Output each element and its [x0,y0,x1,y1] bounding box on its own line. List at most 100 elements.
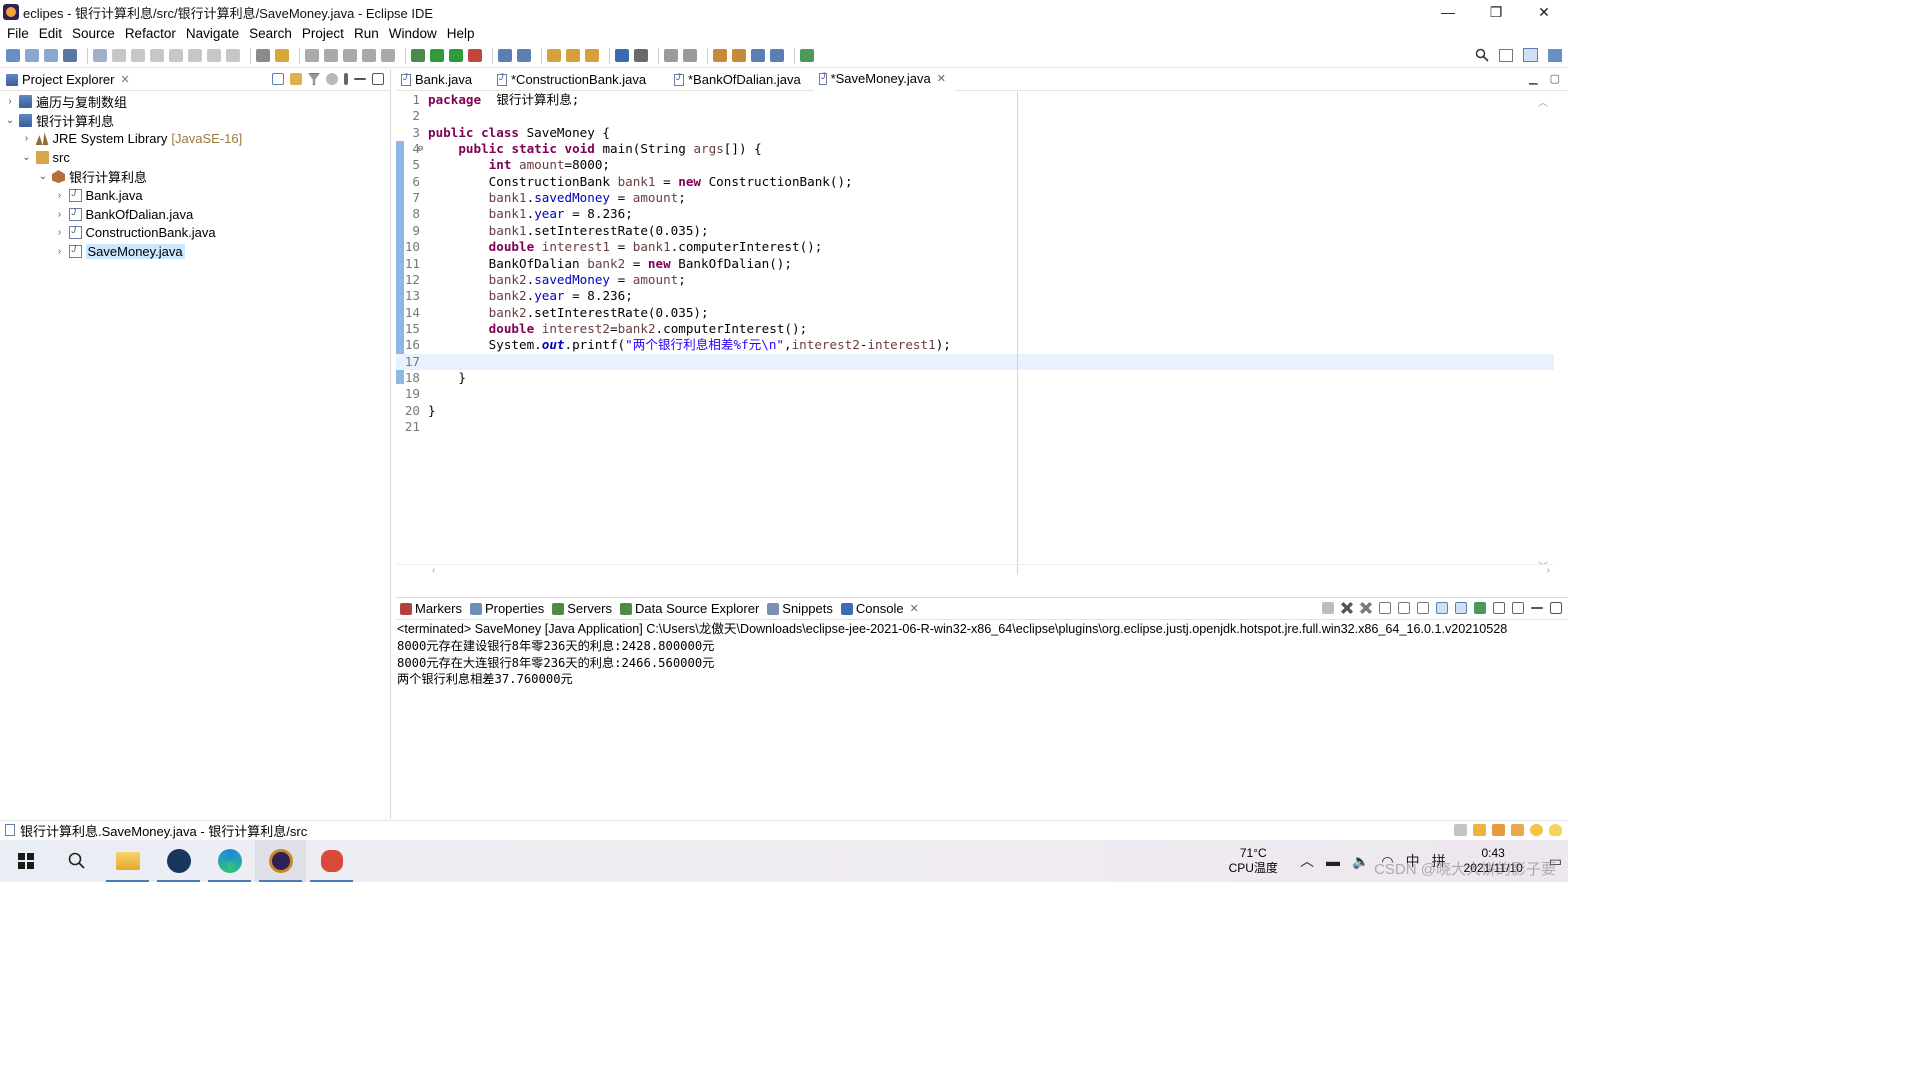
horizontal-scrollbar[interactable]: ‹ › [396,564,1554,575]
chevron-down-icon[interactable]: ⌄ [4,115,16,126]
scroll-lock-icon[interactable] [1398,602,1410,614]
chevron-right-icon[interactable]: › [54,227,66,238]
cpu-temperature[interactable]: 71°C CPU温度 [1229,846,1278,876]
speaker-icon[interactable]: 🔈 [1352,853,1369,870]
tree-item[interactable]: › SaveMoney.java [0,242,390,261]
start-button[interactable] [0,840,51,882]
close-icon[interactable]: ✕ [910,602,919,615]
toolbar-button-icon[interactable] [324,49,338,62]
pencil-icon[interactable] [1511,824,1524,836]
code-line[interactable]: 19 [396,386,1554,402]
sun-icon[interactable] [1530,824,1543,836]
code-line[interactable]: 7 bank1.savedMoney = amount; [396,190,1554,206]
close-icon[interactable]: ✕ [120,73,129,86]
focus-icon[interactable] [326,73,338,85]
taskbar-steam[interactable] [153,840,204,882]
toolbar-button-icon[interactable] [112,49,126,62]
toolbar-button-icon[interactable] [566,49,580,62]
toolbar-button-icon[interactable] [547,49,561,62]
toolbar-button-icon[interactable] [25,49,39,62]
tree-item[interactable]: › Bank.java [0,186,390,205]
toolbar-button-icon[interactable] [615,49,629,62]
collapse-all-icon[interactable] [272,73,284,85]
menu-navigate[interactable]: Navigate [181,24,244,44]
tab-properties[interactable]: Properties [466,598,548,620]
toolbar-button-icon[interactable] [751,49,765,62]
chevron-up-icon[interactable]: ︿ [1300,851,1314,871]
toolbar-button-icon[interactable] [498,49,512,62]
minimize-button[interactable]: — [1424,0,1472,24]
menu-run[interactable]: Run [349,24,384,44]
menu-source[interactable]: Source [67,24,120,44]
code-line[interactable]: 6 ConstructionBank bank1 = new Construct… [396,174,1554,190]
open-perspective-icon[interactable] [1499,48,1513,62]
tree-item[interactable]: › JRE System Library [JavaSE-16] [0,130,390,149]
menu-help[interactable]: Help [442,24,480,44]
code-line[interactable]: 3 public class SaveMoney { [396,125,1554,141]
chevron-right-icon[interactable]: › [54,190,66,201]
editor-tab[interactable]: *BankOfDalian.java [669,69,814,91]
tree-item[interactable]: › ConstructionBank.java [0,224,390,243]
editor-tab[interactable]: Bank.java [396,69,492,91]
toolbar-button-icon[interactable] [430,49,444,62]
code-line[interactable]: 15 double interest2=bank2.computerIntere… [396,321,1554,337]
toolbar-button-icon[interactable] [169,49,183,62]
code-line[interactable]: 12 bank2.savedMoney = amount; [396,272,1554,288]
toolbar-button-icon[interactable] [449,49,463,62]
java-perspective-icon[interactable] [1548,48,1562,62]
toolbar-button-icon[interactable] [188,49,202,62]
toolbar-button-icon[interactable] [93,49,107,62]
code-line[interactable]: 21 [396,419,1554,435]
minimize-view-icon[interactable] [354,78,366,80]
menu-window[interactable]: Window [384,24,442,44]
code-line[interactable]: 10 double interest1 = bank1.computerInte… [396,239,1554,255]
toolbar-button-icon[interactable] [732,49,746,62]
lightbulb-icon[interactable] [1549,824,1562,836]
toolbar-button-icon[interactable] [343,49,357,62]
clear-console-icon[interactable] [1379,602,1391,614]
tree-item[interactable]: ⌄ 银行计算利息 [0,111,390,130]
maximize-view-icon[interactable] [372,73,384,85]
code-line[interactable]: 2 [396,108,1554,124]
maximize-button[interactable]: ❐ [1472,0,1520,24]
menu-project[interactable]: Project [297,24,349,44]
code-line[interactable]: 4 ⊖ public static void main(String args[]… [396,141,1554,157]
menu-edit[interactable]: Edit [34,24,67,44]
toolbar-button-icon[interactable] [207,49,221,62]
chevron-down-icon[interactable]: ⌄ [37,171,49,182]
toolbar-button-icon[interactable] [131,49,145,62]
maximize-panel-icon[interactable] [1550,602,1562,614]
tab-console[interactable]: Console ✕ [837,598,923,620]
code-line[interactable]: 13 bank2.year = 8.236; [396,288,1554,304]
toolbar-button-icon[interactable] [381,49,395,62]
show-console-on-output-icon[interactable] [1436,602,1448,614]
taskbar-eclipse[interactable] [255,840,306,882]
scroll-up-icon[interactable]: ︿ [1538,94,1548,109]
word-wrap-icon[interactable] [1417,602,1429,614]
link-with-editor-icon[interactable] [290,73,302,85]
tree-item[interactable]: ⌄ 银行计算利息 [0,167,390,186]
java-ee-perspective-icon[interactable] [1523,48,1538,62]
code-line[interactable]: 18 } [396,370,1554,386]
toolbar-button-icon[interactable] [256,49,270,62]
code-line[interactable]: 17 [396,353,1554,370]
tree-item[interactable]: ⌄ src [0,148,390,167]
editor-tab[interactable]: *SaveMoney.java ✕ [814,68,955,91]
tab-data-source-explorer[interactable]: Data Source Explorer [616,598,763,620]
taskbar-app[interactable] [306,840,357,882]
toolbar-button-icon[interactable] [362,49,376,62]
taskbar-edge[interactable] [204,840,255,882]
menu-refactor[interactable]: Refactor [120,24,181,44]
tab-markers[interactable]: Markers [396,598,466,620]
code-line[interactable]: 16 System.out.printf("两个银行利息相差%f元\n",int… [396,337,1554,353]
code-line[interactable]: 8 bank1.year = 8.236; [396,206,1554,222]
toolbar-button-icon[interactable] [305,49,319,62]
toolbar-button-icon[interactable] [44,49,58,62]
toolbar-button-icon[interactable] [411,49,425,62]
tab-project-explorer[interactable]: Project Explorer ✕ [0,69,136,91]
open-console-icon[interactable] [1512,602,1524,614]
minimize-editor-icon[interactable]: ▁ [1529,72,1537,85]
toolbar-button-icon[interactable] [517,49,531,62]
toolbar-button-icon[interactable] [770,49,784,62]
filter-icon[interactable] [308,73,320,85]
